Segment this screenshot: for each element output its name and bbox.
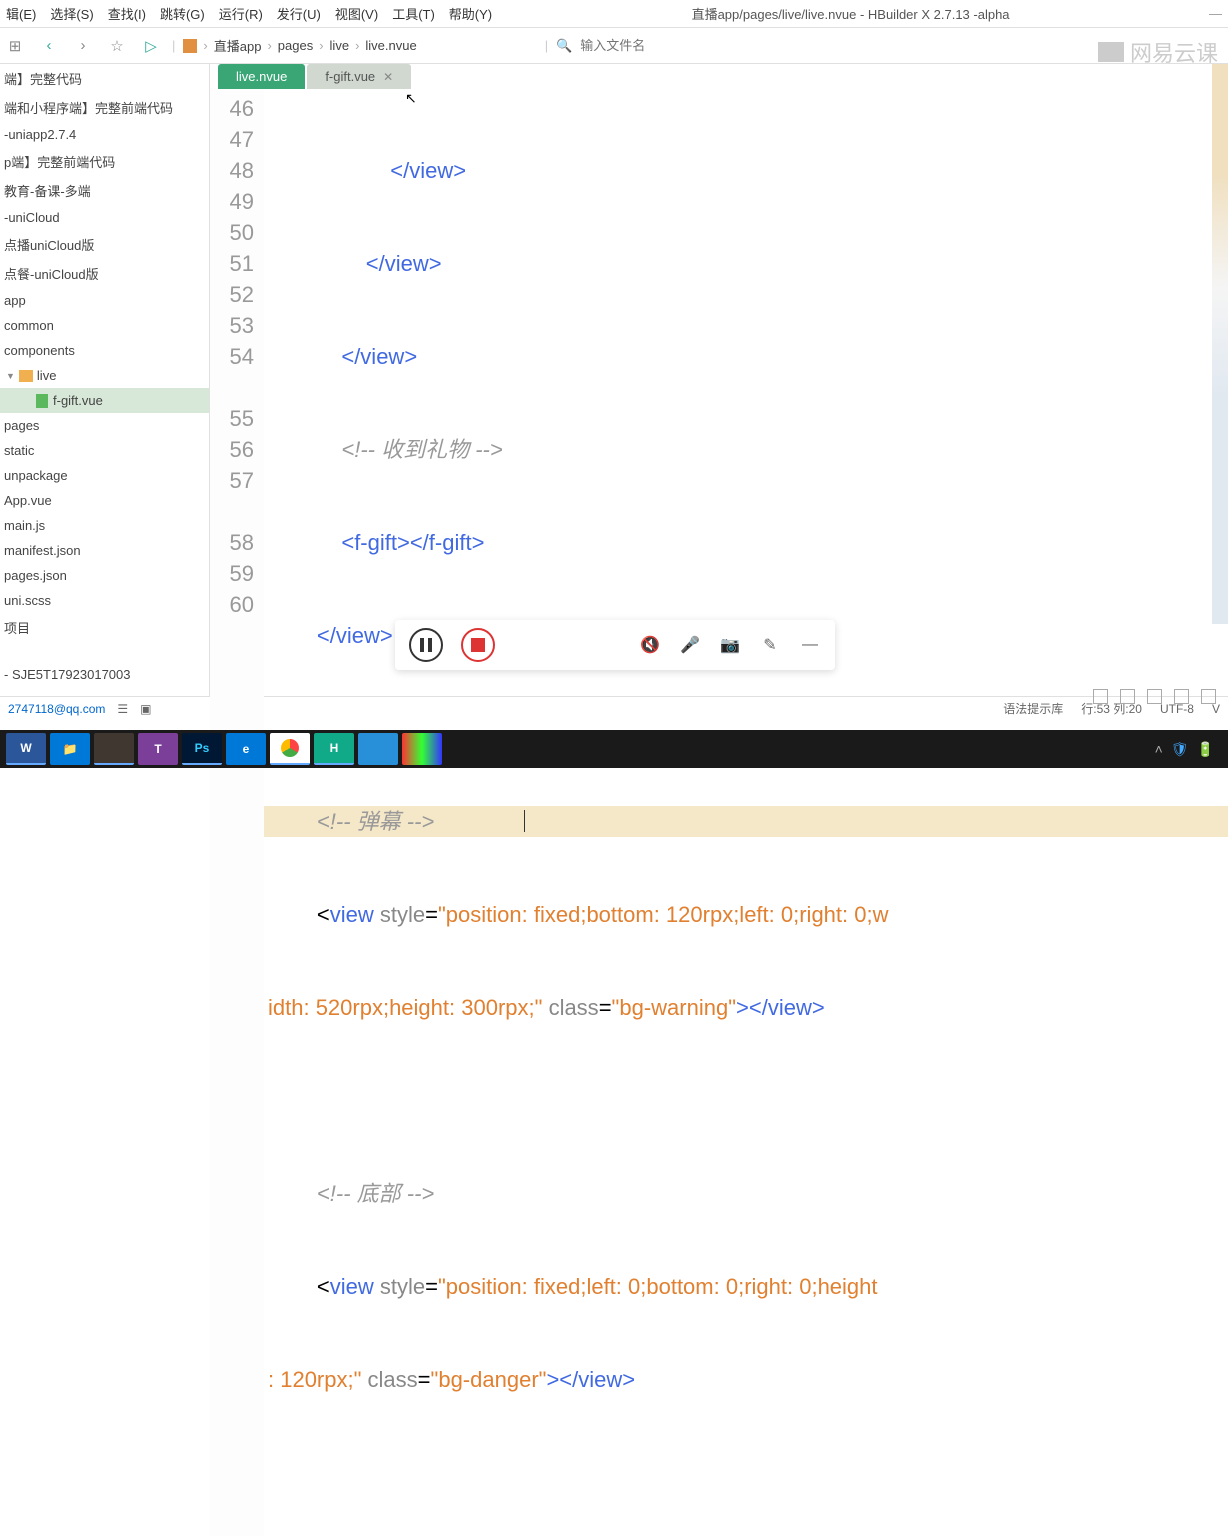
sidebar-item[interactable]: -uniCloud [0, 205, 209, 230]
pause-button[interactable] [409, 628, 443, 662]
sidebar-item[interactable]: 教育-备课-多端 [0, 176, 209, 205]
taskbar-hbuilder[interactable]: H [314, 733, 354, 765]
menu-select[interactable]: 选择(S) [50, 4, 93, 23]
bc-app[interactable]: 直播app [214, 36, 262, 55]
menu-run[interactable]: 运行(R) [219, 4, 263, 23]
debug-icon[interactable] [1201, 689, 1216, 704]
sidebar-item[interactable]: pages [0, 413, 209, 438]
sidebar-item[interactable]: -uniapp2.7.4 [0, 122, 209, 147]
taskbar-chrome[interactable] [270, 733, 310, 765]
minimize-icon[interactable]: — [799, 636, 821, 654]
watermark: 网易云课 [1098, 36, 1218, 68]
taskbar-edge[interactable]: e [226, 733, 266, 765]
sidebar: 端】完整代码 端和小程序端】完整前端代码 -uniapp2.7.4 p端】完整前… [0, 64, 210, 696]
taskbar-app[interactable] [358, 733, 398, 765]
bc-live[interactable]: live [330, 38, 350, 53]
tray-battery-icon[interactable]: 🔋 [1197, 741, 1214, 758]
minimap[interactable] [1212, 64, 1228, 624]
cursor-icon: ↖ [405, 90, 417, 107]
taskbar-word[interactable]: W [6, 733, 46, 765]
vue-file-icon [36, 394, 48, 408]
minimize-icon[interactable]: — [1209, 6, 1222, 21]
taskbar-app[interactable] [402, 733, 442, 765]
console-icon[interactable] [1174, 689, 1189, 704]
recording-toolbar: 🔇 🎤 📷 ✎ — [395, 620, 835, 670]
taskbar-sublime[interactable] [94, 733, 134, 765]
sidebar-folder-live[interactable]: live [0, 363, 209, 388]
sidebar-item[interactable]: app [0, 288, 209, 313]
sidebar-item[interactable]: 项目 [0, 613, 209, 642]
stop-button[interactable] [461, 628, 495, 662]
nav-root-icon[interactable]: ⊞ [2, 37, 28, 55]
sidebar-item[interactable]: 点餐-uniCloud版 [0, 259, 209, 288]
terminal-icon[interactable]: ▣ [140, 702, 151, 716]
sidebar-footer2: 资源：666java.com [0, 687, 209, 696]
taskbar-teams[interactable]: T [138, 733, 178, 765]
mic-icon[interactable]: 🎤 [679, 635, 701, 655]
sidebar-item[interactable]: common [0, 313, 209, 338]
nav-back-icon[interactable]: ‹ [36, 37, 62, 54]
editor: live.nvue f-gift.vue ✕ 46474849505152535… [210, 64, 1228, 696]
mute-icon[interactable]: 🔇 [639, 635, 661, 655]
sidebar-item[interactable]: 点播uniCloud版 [0, 230, 209, 259]
sidebar-file-fgift[interactable]: f-gift.vue [0, 388, 209, 413]
tray-shield-icon[interactable]: 🛡 [1171, 741, 1189, 758]
sidebar-item[interactable]: unpackage [0, 463, 209, 488]
sidebar-item[interactable]: 端】完整代码 [0, 64, 209, 93]
taskbar-explorer[interactable]: 📁 [50, 733, 90, 765]
line-gutter: 464748495051525354555657585960 [210, 89, 264, 1536]
star-icon[interactable]: ☆ [104, 37, 130, 55]
close-icon[interactable]: ✕ [383, 70, 393, 84]
sidebar-item[interactable]: p端】完整前端代码 [0, 147, 209, 176]
sidebar-item[interactable]: components [0, 338, 209, 363]
menu-goto[interactable]: 跳转(G) [160, 4, 205, 23]
menu-help[interactable]: 帮助(Y) [449, 4, 492, 23]
sidebar-item[interactable]: App.vue [0, 488, 209, 513]
status-email[interactable]: 2747118@qq.com [8, 702, 105, 716]
sidebar-item[interactable]: manifest.json [0, 538, 209, 563]
taskbar: W 📁 T Ps e H ˄ 🛡 🔋 [0, 730, 1228, 768]
folder-icon [19, 370, 33, 382]
status-icons [1089, 687, 1220, 706]
breadcrumb: › 直播app › pages › live › live.nvue [183, 36, 416, 55]
menu-find[interactable]: 查找(I) [108, 4, 146, 23]
taskbar-photoshop[interactable]: Ps [182, 733, 222, 765]
nav-fwd-icon[interactable]: › [70, 37, 96, 54]
search-icon[interactable]: 🔍 [556, 38, 572, 54]
bc-file[interactable]: live.nvue [365, 38, 416, 53]
output-icon[interactable] [1147, 689, 1162, 704]
pen-icon[interactable]: ✎ [759, 635, 781, 655]
menu-edit[interactable]: 辑(E) [6, 4, 36, 23]
sidebar-item[interactable]: static [0, 438, 209, 463]
tab-fgift-vue[interactable]: f-gift.vue ✕ [307, 64, 411, 89]
editor-tabs: live.nvue f-gift.vue ✕ [210, 64, 1228, 89]
sidebar-item[interactable]: pages.json [0, 563, 209, 588]
toolbar: ⊞ ‹ › ☆ ▷ | › 直播app › pages › live › liv… [0, 28, 1228, 64]
camera-icon[interactable]: 📷 [719, 635, 741, 655]
tray-up-icon[interactable]: ˄ [1155, 741, 1163, 758]
search-input[interactable] [580, 38, 700, 53]
tab-live-nvue[interactable]: live.nvue [218, 64, 305, 89]
sidebar-item[interactable]: uni.scss [0, 588, 209, 613]
folder-icon [183, 39, 197, 53]
window-title: 直播app/pages/live/live.nvue - HBuilder X … [692, 4, 1010, 23]
system-tray[interactable]: ˄ 🛡 🔋 [1155, 741, 1222, 758]
menu-view[interactable]: 视图(V) [335, 4, 378, 23]
sidebar-item[interactable]: 端和小程序端】完整前端代码 [0, 93, 209, 122]
terminal-icon[interactable] [1093, 689, 1108, 704]
list-icon[interactable]: ☰ [117, 702, 128, 716]
sidebar-item[interactable]: main.js [0, 513, 209, 538]
menu-tools[interactable]: 工具(T) [392, 4, 435, 23]
play-icon[interactable]: ▷ [138, 37, 164, 55]
menu-bar: 辑(E) 选择(S) 查找(I) 跳转(G) 运行(R) 发行(U) 视图(V)… [0, 0, 1228, 28]
sidebar-footer: - SJE5T17923017003 [0, 662, 209, 687]
bc-pages[interactable]: pages [278, 38, 313, 53]
menu-build[interactable]: 发行(U) [277, 4, 321, 23]
preview-icon[interactable] [1120, 689, 1135, 704]
watermark-icon [1098, 42, 1124, 62]
code-area[interactable]: 464748495051525354555657585960 </view> <… [210, 89, 1228, 1536]
code-content[interactable]: </view> </view> </view> <!-- 收到礼物 --> <f… [264, 89, 1228, 1536]
